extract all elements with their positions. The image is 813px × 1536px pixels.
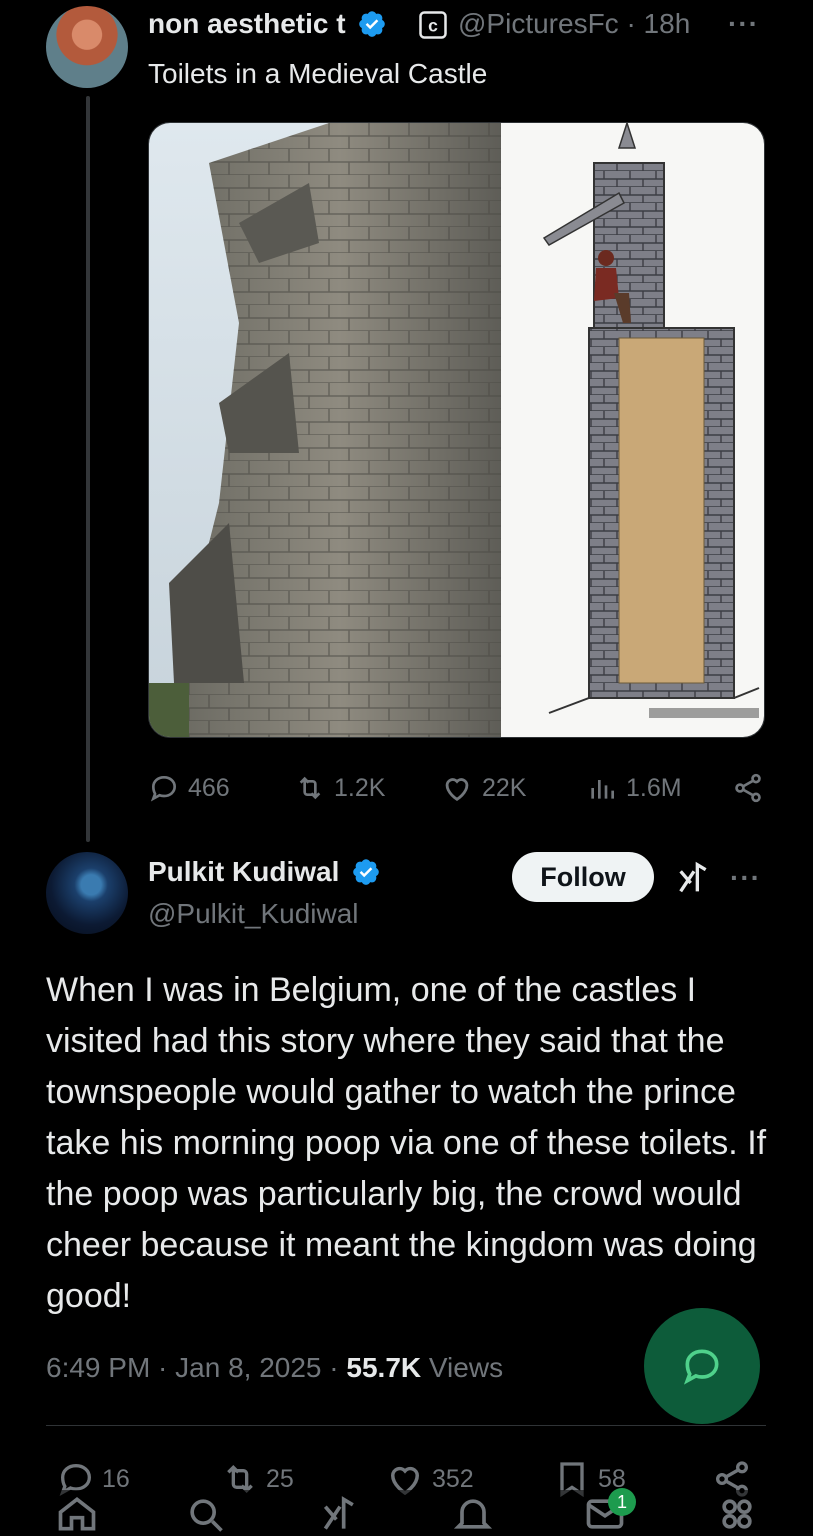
tweet-media-image[interactable] xyxy=(148,122,765,738)
tweet-text: Toilets in a Medieval Castle xyxy=(148,58,488,89)
tweet-text: When I was in Belgium, one of the castle… xyxy=(46,971,767,1315)
tweet-meta: 6:49 PM · Jan 8, 2025 · 55.7K Views xyxy=(46,1352,503,1384)
svg-text:c: c xyxy=(428,15,438,35)
grok-icon[interactable] xyxy=(315,1492,365,1536)
reply-bubble-icon xyxy=(683,1349,719,1385)
tweet-actions: 466 1.2K 22K 1.6M xyxy=(148,766,768,810)
avatar[interactable] xyxy=(46,6,128,88)
timestamp: · 18h xyxy=(626,8,691,39)
views-count: 55.7K xyxy=(346,1352,422,1383)
author-name[interactable]: non aesthetic t xyxy=(148,8,387,40)
timestamp: 6:49 PM · Jan 8, 2025 · xyxy=(46,1352,347,1383)
views-chart-icon xyxy=(591,780,614,799)
views-label: Views xyxy=(421,1352,504,1383)
heart-icon xyxy=(445,778,469,802)
avatar[interactable] xyxy=(46,852,128,934)
views-button[interactable]: 1.6M xyxy=(586,766,682,810)
verified-badge-icon xyxy=(359,11,386,37)
divider xyxy=(46,1425,766,1426)
share-icon xyxy=(735,773,761,803)
castle-image xyxy=(149,123,764,737)
retweet-button[interactable]: 1.2K xyxy=(294,766,385,810)
notification-badge: 1 xyxy=(608,1488,636,1516)
more-options-button[interactable]: ··· xyxy=(730,862,761,894)
grok-icon[interactable] xyxy=(674,858,714,898)
community-icon: c xyxy=(419,11,447,39)
more-options-button[interactable]: ··· xyxy=(728,8,759,40)
home-icon[interactable] xyxy=(52,1492,102,1536)
search-icon[interactable] xyxy=(180,1492,230,1536)
communities-icon[interactable] xyxy=(712,1492,762,1536)
like-button[interactable]: 22K xyxy=(440,766,526,810)
share-button[interactable] xyxy=(732,766,772,810)
bottom-tab-bar xyxy=(0,1490,813,1536)
notifications-icon[interactable] xyxy=(448,1492,498,1536)
reply-icon xyxy=(150,775,177,802)
author-handle[interactable]: @Pulkit_Kudiwal xyxy=(148,898,359,930)
verified-badge-icon xyxy=(353,859,379,885)
follow-button[interactable]: Follow xyxy=(512,852,654,902)
thread-line xyxy=(86,96,90,842)
author-name[interactable]: Pulkit Kudiwal xyxy=(148,856,381,888)
author-handle[interactable]: @PicturesFc · 18h xyxy=(458,8,690,40)
compose-reply-button[interactable] xyxy=(644,1308,760,1424)
reply-button[interactable]: 466 xyxy=(148,766,230,810)
retweet-icon xyxy=(299,776,321,800)
